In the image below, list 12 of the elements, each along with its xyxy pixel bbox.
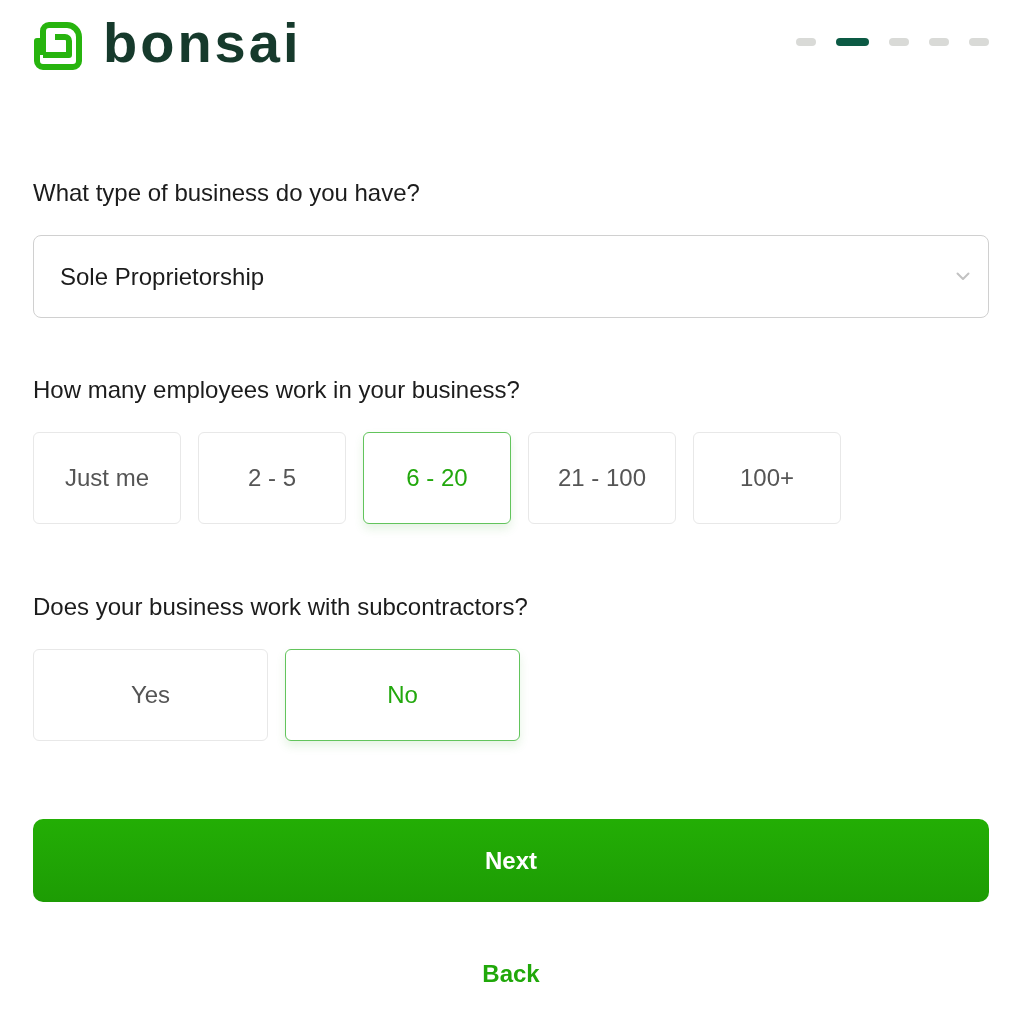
chevron-down-icon xyxy=(956,272,970,281)
choice-option[interactable]: 100+ xyxy=(693,432,841,524)
business-type-select[interactable]: Sole Proprietorship xyxy=(33,235,989,318)
brand-name: bonsai xyxy=(103,13,302,73)
choice-option[interactable]: Just me xyxy=(33,432,181,524)
choice-option[interactable]: 2 - 5 xyxy=(198,432,346,524)
choice-option[interactable]: 21 - 100 xyxy=(528,432,676,524)
question-label: What type of business do you have? xyxy=(33,178,421,208)
question-label: Does your business work with subcontractors? xyxy=(33,592,529,622)
logo-icon xyxy=(33,21,83,71)
question-label: How many employees work in your business? xyxy=(33,375,521,405)
choice-option[interactable]: Yes xyxy=(33,649,268,741)
